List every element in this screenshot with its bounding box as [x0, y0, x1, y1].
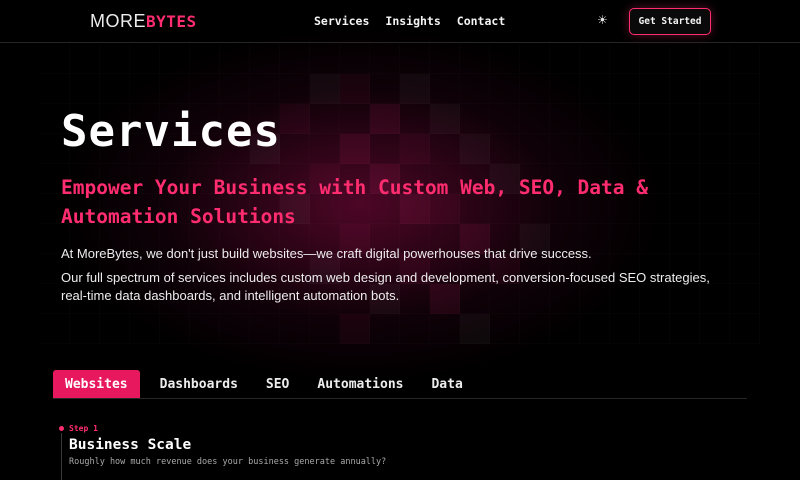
grid-tile — [700, 314, 730, 344]
grid-tile — [490, 44, 520, 74]
tab-dashboards[interactable]: Dashboards — [148, 370, 250, 398]
step-question: Roughly how much revenue does your busin… — [69, 457, 387, 467]
step-title: Business Scale — [69, 437, 192, 453]
tab-websites[interactable]: Websites — [53, 370, 140, 398]
grid-tile — [430, 314, 460, 344]
grid-tile — [610, 314, 640, 344]
grid-tile — [40, 74, 70, 104]
grid-tile — [610, 74, 640, 104]
grid-tile — [460, 44, 490, 74]
grid-tile — [520, 74, 550, 104]
grid-tile — [130, 44, 160, 74]
grid-tile — [550, 44, 580, 74]
nav-link-insights[interactable]: Insights — [385, 14, 440, 28]
tab-automations[interactable]: Automations — [305, 370, 415, 398]
site-header: MOREBYTES Services Insights Contact ☀ Ge… — [0, 0, 800, 43]
step-label: Step 1 — [69, 424, 98, 433]
grid-tile — [190, 44, 220, 74]
grid-tile — [160, 44, 190, 74]
grid-tile — [310, 314, 340, 344]
grid-tile — [370, 314, 400, 344]
grid-tile — [730, 44, 760, 74]
grid-tile — [700, 44, 730, 74]
grid-tile — [370, 44, 400, 74]
grid-tile — [220, 314, 250, 344]
grid-tile — [310, 44, 340, 74]
grid-tile — [550, 74, 580, 104]
grid-tile — [640, 74, 670, 104]
hero-section: Services Empower Your Business with Cust… — [61, 108, 741, 305]
grid-tile — [160, 314, 190, 344]
grid-tile — [670, 74, 700, 104]
grid-tile — [490, 74, 520, 104]
grid-tile — [610, 44, 640, 74]
grid-tile — [70, 44, 100, 74]
grid-tile — [70, 74, 100, 104]
grid-tile — [100, 44, 130, 74]
step-dot-icon — [59, 426, 64, 431]
grid-tile — [430, 74, 460, 104]
grid-tile — [520, 44, 550, 74]
grid-tile — [430, 44, 460, 74]
grid-tile — [220, 44, 250, 74]
page-title: Services — [61, 106, 281, 157]
grid-tile — [340, 74, 370, 104]
get-started-button[interactable]: Get Started — [629, 8, 711, 35]
grid-tile — [490, 314, 520, 344]
service-tabs: Websites Dashboards SEO Automations Data — [53, 370, 747, 399]
grid-tile — [100, 74, 130, 104]
grid-tile — [550, 314, 580, 344]
grid-tile — [520, 314, 550, 344]
grid-tile — [160, 74, 190, 104]
grid-tile — [580, 44, 610, 74]
sun-icon[interactable]: ☀ — [597, 13, 608, 27]
grid-tile — [190, 314, 220, 344]
nav-link-services[interactable]: Services — [314, 14, 369, 28]
grid-tile — [100, 314, 130, 344]
logo-text-bytes: BYTES — [146, 12, 197, 31]
step-timeline-line — [61, 433, 62, 480]
intro-text: At MoreBytes, we don't just build websit… — [61, 246, 592, 261]
grid-tile — [70, 314, 100, 344]
grid-tile — [250, 74, 280, 104]
grid-tile — [370, 74, 400, 104]
grid-tile — [580, 74, 610, 104]
grid-tile — [280, 44, 310, 74]
page-subtitle: Empower Your Business with Custom Web, S… — [61, 176, 648, 228]
grid-tile — [580, 314, 610, 344]
grid-tile — [460, 74, 490, 104]
grid-tile — [40, 314, 70, 344]
grid-tile — [730, 74, 760, 104]
grid-tile — [670, 314, 700, 344]
grid-tile — [310, 74, 340, 104]
nav-link-contact[interactable]: Contact — [457, 14, 505, 28]
main-nav: Services Insights Contact — [314, 14, 505, 28]
grid-tile — [130, 74, 160, 104]
grid-tile — [400, 74, 430, 104]
grid-tile — [250, 44, 280, 74]
grid-tile — [130, 314, 160, 344]
grid-tile — [220, 74, 250, 104]
grid-tile — [460, 314, 490, 344]
grid-tile — [700, 74, 730, 104]
grid-tile — [670, 44, 700, 74]
grid-tile — [400, 44, 430, 74]
grid-tile — [640, 314, 670, 344]
grid-tile — [280, 74, 310, 104]
grid-tile — [340, 314, 370, 344]
grid-tile — [340, 44, 370, 74]
grid-tile — [730, 314, 760, 344]
grid-tile — [280, 314, 310, 344]
tab-data[interactable]: Data — [419, 370, 474, 398]
tab-seo[interactable]: SEO — [254, 370, 301, 398]
grid-tile — [400, 314, 430, 344]
description-text: Our full spectrum of services includes c… — [61, 270, 710, 303]
logo-text-more: MORE — [90, 11, 146, 31]
grid-tile — [250, 314, 280, 344]
grid-tile — [40, 44, 70, 74]
logo[interactable]: MOREBYTES — [90, 11, 197, 32]
grid-tile — [190, 74, 220, 104]
grid-tile — [640, 44, 670, 74]
